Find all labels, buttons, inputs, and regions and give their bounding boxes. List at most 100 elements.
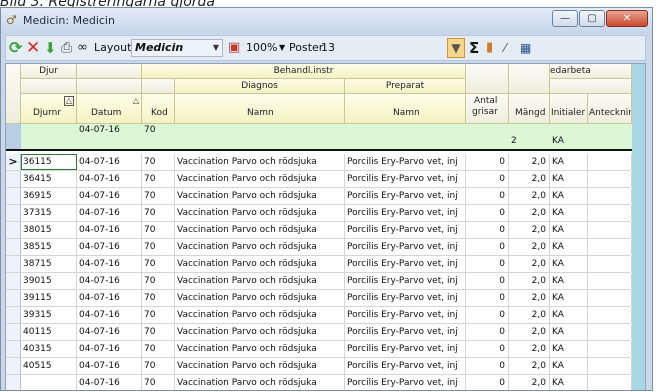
- cell-kod[interactable]: 70: [142, 273, 175, 289]
- table-row[interactable]: 36415 04-07-16 70 Vaccination Parvo och röd…: [6, 171, 632, 188]
- cell-datum[interactable]: 04-07-16: [77, 307, 142, 323]
- col-diagnos-namn[interactable]: Namn: [175, 94, 345, 124]
- cell-kod[interactable]: 70: [142, 188, 175, 204]
- cell-preparat[interactable]: Porcilis Ery-Parvo vet, inj: [345, 256, 466, 272]
- filter-icon[interactable]: ▼: [447, 38, 465, 58]
- table-row[interactable]: 39315 04-07-16 70 Vaccination Parvo och röd…: [6, 307, 632, 324]
- row-indicator[interactable]: [6, 171, 21, 187]
- cell-djurnr[interactable]: 39315: [21, 307, 77, 323]
- cell-diagnos[interactable]: Vaccination Parvo och rödsjuka: [175, 239, 345, 255]
- cell-djurnr[interactable]: 36915: [21, 188, 77, 204]
- cell-djurnr[interactable]: 38715: [21, 256, 77, 272]
- cell-initialer[interactable]: KA: [550, 188, 588, 204]
- cell-preparat[interactable]: Porcilis Ery-Parvo vet, inj: [345, 290, 466, 306]
- cell-antal[interactable]: 0: [466, 341, 509, 357]
- cell-diagnos[interactable]: Vaccination Parvo och rödsjuka: [175, 273, 345, 289]
- cell-initialer[interactable]: KA: [550, 273, 588, 289]
- cell-preparat[interactable]: Porcilis Ery-Parvo vet, inj: [345, 171, 466, 187]
- col-anteckning[interactable]: Anteckning: [588, 94, 632, 124]
- cell-antal[interactable]: 0: [466, 256, 509, 272]
- col-datum[interactable]: Datum △: [77, 94, 142, 124]
- cell-anteckning[interactable]: [588, 205, 632, 221]
- cell-anteckning[interactable]: [588, 324, 632, 340]
- sum-icon[interactable]: Σ: [469, 39, 479, 57]
- cell-kod[interactable]: 70: [142, 307, 175, 323]
- cell-kod[interactable]: 70: [142, 222, 175, 238]
- cell-anteckning[interactable]: [588, 239, 632, 255]
- minimize-button[interactable]: —: [552, 10, 578, 27]
- cell-kod[interactable]: 70: [142, 324, 175, 340]
- cell-kod[interactable]: 70: [142, 205, 175, 221]
- cell-initialer[interactable]: KA: [550, 154, 588, 170]
- cell-preparat[interactable]: Porcilis Ery-Parvo vet, inj: [345, 154, 466, 170]
- cell-mangd[interactable]: 2,0: [509, 324, 550, 340]
- cell-anteckning[interactable]: [588, 188, 632, 204]
- cell-djurnr[interactable]: [21, 375, 77, 390]
- cell-datum[interactable]: 04-07-16: [77, 188, 142, 204]
- cell-kod[interactable]: 70: [142, 154, 175, 170]
- row-indicator[interactable]: [6, 341, 21, 357]
- col-kod[interactable]: Kod: [142, 94, 175, 124]
- cell-antal[interactable]: 0: [466, 154, 509, 170]
- cell-initialer[interactable]: KA: [550, 290, 588, 306]
- cell-anteckning[interactable]: [588, 290, 632, 306]
- row-indicator[interactable]: [6, 239, 21, 255]
- cell-antal[interactable]: 0: [466, 239, 509, 255]
- table-row[interactable]: 38015 04-07-16 70 Vaccination Parvo och röd…: [6, 222, 632, 239]
- cell-datum[interactable]: 04-07-16: [77, 324, 142, 340]
- cell-datum[interactable]: 04-07-16: [77, 154, 142, 170]
- refresh-icon[interactable]: ⟳: [9, 39, 22, 57]
- cell-diagnos[interactable]: Vaccination Parvo och rödsjuka: [175, 341, 345, 357]
- cell-djurnr[interactable]: 37315: [21, 205, 77, 221]
- cell-preparat[interactable]: Porcilis Ery-Parvo vet, inj: [345, 205, 466, 221]
- cell-mangd[interactable]: 2,0: [509, 273, 550, 289]
- filter-initialer[interactable]: KA: [552, 136, 564, 146]
- cell-djurnr[interactable]: 40115: [21, 324, 77, 340]
- cell-djurnr[interactable]: 40315: [21, 341, 77, 357]
- cell-datum[interactable]: 04-07-16: [77, 222, 142, 238]
- cell-kod[interactable]: 70: [142, 341, 175, 357]
- cell-mangd[interactable]: 2,0: [509, 290, 550, 306]
- cell-datum[interactable]: 04-07-16: [77, 239, 142, 255]
- filter-mangd[interactable]: 2: [511, 136, 517, 146]
- cell-preparat[interactable]: Porcilis Ery-Parvo vet, inj: [345, 273, 466, 289]
- cell-preparat[interactable]: Porcilis Ery-Parvo vet, inj: [345, 324, 466, 340]
- row-indicator[interactable]: [6, 375, 21, 390]
- cell-preparat[interactable]: Porcilis Ery-Parvo vet, inj: [345, 341, 466, 357]
- tool-icon[interactable]: ⁄: [504, 39, 506, 57]
- cell-anteckning[interactable]: [588, 273, 632, 289]
- col-preparat-namn[interactable]: Namn: [345, 94, 466, 124]
- cell-initialer[interactable]: KA: [550, 222, 588, 238]
- cell-initialer[interactable]: KA: [550, 324, 588, 340]
- table-row[interactable]: 36915 04-07-16 70 Vaccination Parvo och röd…: [6, 188, 632, 205]
- print-icon[interactable]: ⎙: [61, 39, 72, 57]
- cell-anteckning[interactable]: [588, 154, 632, 170]
- row-indicator[interactable]: [6, 188, 21, 204]
- close-button[interactable]: ✕: [606, 10, 648, 27]
- row-indicator[interactable]: [6, 256, 21, 272]
- row-indicator[interactable]: [6, 290, 21, 306]
- cell-antal[interactable]: 0: [466, 188, 509, 204]
- row-indicator[interactable]: [6, 307, 21, 323]
- cell-antal[interactable]: 0: [466, 324, 509, 340]
- cell-diagnos[interactable]: Vaccination Parvo och rödsjuka: [175, 324, 345, 340]
- table-row[interactable]: 39115 04-07-16 70 Vaccination Parvo och röd…: [6, 290, 632, 307]
- cell-preparat[interactable]: Porcilis Ery-Parvo vet, inj: [345, 222, 466, 238]
- table-row[interactable]: 40315 04-07-16 70 Vaccination Parvo och röd…: [6, 341, 632, 358]
- cell-preparat[interactable]: Porcilis Ery-Parvo vet, inj: [345, 239, 466, 255]
- cell-antal[interactable]: 0: [466, 222, 509, 238]
- cell-anteckning[interactable]: [588, 358, 632, 374]
- layout-icon[interactable]: ▣: [228, 39, 240, 57]
- cell-anteckning[interactable]: [588, 375, 632, 390]
- cell-kod[interactable]: 70: [142, 239, 175, 255]
- cell-datum[interactable]: 04-07-16: [77, 341, 142, 357]
- maximize-button[interactable]: ▢: [579, 10, 605, 27]
- cell-initialer[interactable]: KA: [550, 205, 588, 221]
- cell-kod[interactable]: 70: [142, 375, 175, 390]
- cell-initialer[interactable]: KA: [550, 307, 588, 323]
- cell-antal[interactable]: 0: [466, 205, 509, 221]
- cell-diagnos[interactable]: Vaccination Parvo och rödsjuka: [175, 307, 345, 323]
- cell-preparat[interactable]: Porcilis Ery-Parvo vet, inj: [345, 375, 466, 390]
- new-record-row[interactable]: 04-07-16 70 2 KA: [6, 124, 632, 151]
- cell-mangd[interactable]: 2,0: [509, 205, 550, 221]
